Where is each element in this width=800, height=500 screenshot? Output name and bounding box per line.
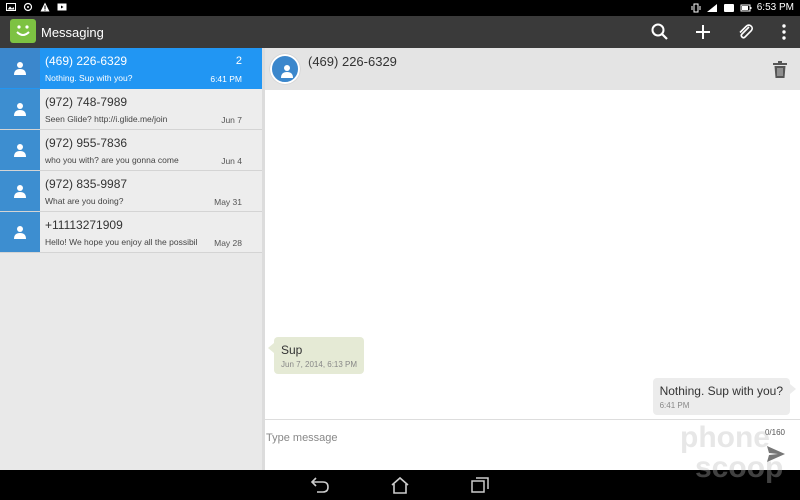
conversation-preview: who you with? are you gonna come xyxy=(45,155,179,165)
person-icon xyxy=(14,144,26,157)
smiley-icon xyxy=(16,25,30,36)
conversation-preview: Hello! We hope you enjoy all the possibi… xyxy=(45,237,198,247)
vibrate-icon xyxy=(691,3,701,12)
conversation-date: May 31 xyxy=(214,197,242,207)
message-timestamp: 6:41 PM xyxy=(659,401,690,410)
svg-text:scoop: scoop xyxy=(695,451,783,484)
home-icon[interactable] xyxy=(390,476,410,494)
messaging-app-icon[interactable] xyxy=(10,19,36,43)
sync-notification-icon xyxy=(23,2,33,12)
app-title: Messaging xyxy=(41,25,104,40)
thread-header: (469) 226-6329 xyxy=(262,48,800,90)
conversation-date: May 28 xyxy=(214,238,242,248)
conversation-preview: What are you doing? xyxy=(45,196,124,206)
message-timestamp: Jun 7, 2014, 6:13 PM xyxy=(281,360,358,369)
conversation-name: +11113271909 xyxy=(45,218,123,232)
video-notification-icon xyxy=(57,3,67,11)
conversation-date: Jun 4 xyxy=(221,156,242,166)
trash-icon[interactable] xyxy=(772,61,788,79)
person-icon xyxy=(281,65,293,78)
conversation-date: Jun 7 xyxy=(221,115,242,125)
notification-icons xyxy=(6,2,67,12)
thread-title: (469) 226-6329 xyxy=(308,54,397,69)
new-message-plus-icon[interactable] xyxy=(693,22,713,42)
message-thread: (469) 226-6329 Sup Jun 7, 2014, 6:13 PM … xyxy=(262,48,800,470)
conversation-item[interactable]: (972) 748-7989 Seen Glide? http://i.glid… xyxy=(0,89,262,130)
conversation-preview: Seen Glide? http://i.glide.me/join xyxy=(45,114,168,124)
conversation-item[interactable]: (972) 955-7836 who you with? are you gon… xyxy=(0,130,262,171)
conversation-list: (469) 226-6329 2 Nothing. Sup with you? … xyxy=(0,48,262,470)
action-bar: Messaging xyxy=(0,16,800,48)
conversation-item[interactable]: (469) 226-6329 2 Nothing. Sup with you? … xyxy=(0,48,262,89)
pane-divider xyxy=(262,48,265,470)
message-bubble-outgoing[interactable]: Nothing. Sup with you? 6:41 PM xyxy=(652,378,797,415)
conversation-item[interactable]: +11113271909 Hello! We hope you enjoy al… xyxy=(0,212,262,253)
conversation-name: (972) 748-7989 xyxy=(45,95,128,109)
attachment-icon[interactable] xyxy=(735,22,755,42)
conversation-date: 6:41 PM xyxy=(210,74,242,84)
thread-contact-avatar[interactable] xyxy=(270,54,300,84)
recent-apps-icon[interactable] xyxy=(470,476,490,494)
conversation-item[interactable]: (972) 835-9987 What are you doing? May 3… xyxy=(0,171,262,212)
photo-notification-icon xyxy=(6,3,16,11)
wifi-icon xyxy=(723,3,734,12)
contact-avatar xyxy=(0,89,40,129)
contact-avatar xyxy=(0,48,40,88)
message-bubble-incoming[interactable]: Sup Jun 7, 2014, 6:13 PM xyxy=(267,337,365,374)
conversation-name: (972) 835-9987 xyxy=(45,177,128,191)
svg-text:phone: phone xyxy=(680,421,770,454)
battery-icon xyxy=(740,4,752,11)
conversation-name: (972) 955-7836 xyxy=(45,136,128,150)
signal-icon xyxy=(706,3,717,12)
back-icon[interactable] xyxy=(310,476,330,494)
contact-avatar xyxy=(0,171,40,211)
status-bar: 6:53 PM xyxy=(0,0,800,16)
phonescoop-watermark-logo: phone scoop xyxy=(680,421,783,484)
message-text: Nothing. Sup with you? xyxy=(659,384,783,398)
person-icon xyxy=(14,226,26,239)
conversation-preview: Nothing. Sup with you? xyxy=(45,73,133,83)
conversation-name: (469) 226-6329 xyxy=(45,54,128,68)
contact-avatar xyxy=(0,130,40,170)
search-icon[interactable] xyxy=(650,22,670,42)
message-text: Sup xyxy=(281,343,303,357)
unread-count: 2 xyxy=(235,55,242,67)
contact-avatar xyxy=(0,212,40,252)
system-status: 6:53 PM xyxy=(691,2,794,13)
person-icon xyxy=(14,103,26,116)
overflow-menu-icon[interactable] xyxy=(774,22,794,42)
person-icon xyxy=(14,185,26,198)
warning-notification-icon xyxy=(40,2,50,12)
person-icon xyxy=(14,62,26,75)
clock: 6:53 PM xyxy=(756,2,794,13)
